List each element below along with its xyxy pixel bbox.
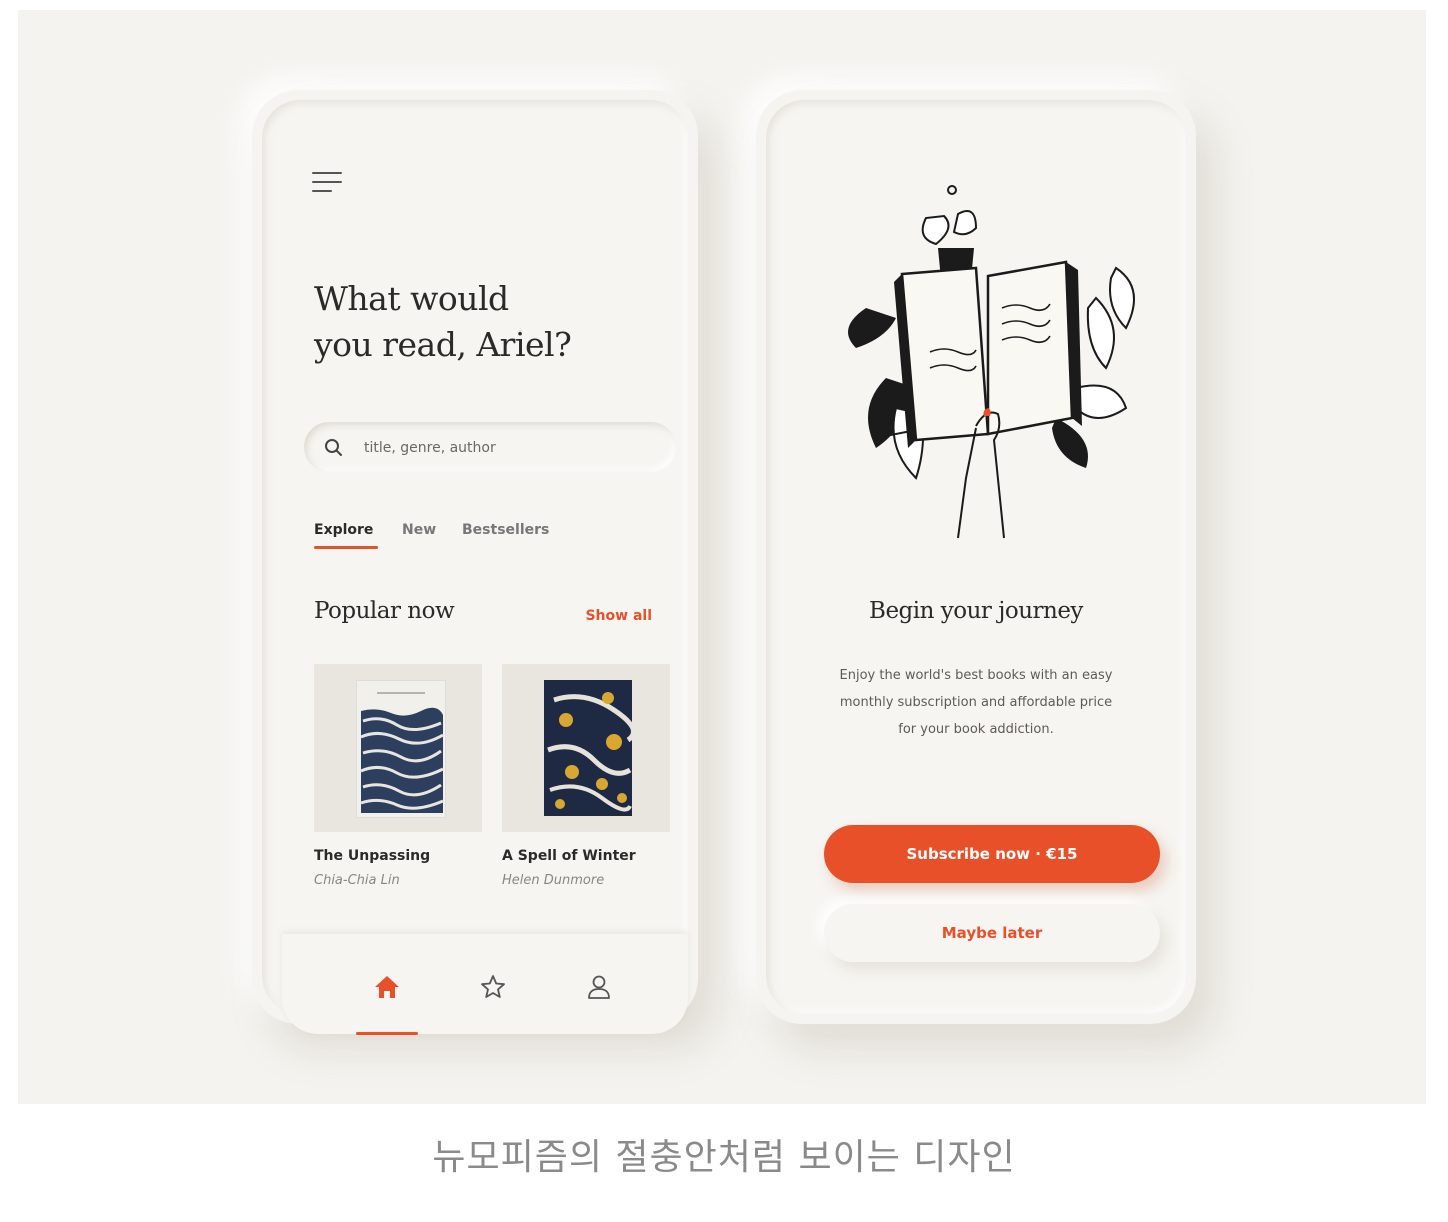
showcase-stage: What would you read, Ariel? Explore New …: [18, 10, 1426, 1104]
image-caption: 뉴모피즘의 절충안처럼 보이는 디자인: [432, 1137, 1016, 1178]
onboarding-screen: Begin your journey Enjoy the world's bes…: [766, 100, 1186, 1014]
onboarding-screen-phone: Begin your journey Enjoy the world's bes…: [756, 90, 1196, 1024]
search-icon: [325, 439, 342, 456]
home-screen-phone: What would you read, Ariel? Explore New …: [252, 90, 698, 1035]
onboarding-description: Enjoy the world's best books with an eas…: [826, 662, 1126, 743]
book-cover-image: [544, 680, 632, 816]
headline-line-2: you read, Ariel?: [314, 325, 572, 364]
user-icon[interactable]: [584, 972, 614, 1002]
tab-explore[interactable]: Explore: [314, 522, 373, 538]
onboarding-title: Begin your journey: [869, 598, 1083, 624]
active-tab-indicator: [314, 546, 378, 549]
tab-new[interactable]: New: [402, 522, 436, 538]
description-line-3: for your book addiction.: [898, 722, 1054, 737]
book-cover-image: [356, 680, 446, 818]
star-icon[interactable]: [478, 972, 508, 1002]
book-author: Helen Dunmore: [502, 873, 605, 888]
description-line-2: monthly subscription and affordable pric…: [839, 695, 1113, 710]
headline-line-1: What would: [314, 279, 509, 318]
menu-icon[interactable]: [312, 172, 342, 194]
page-title: What would you read, Ariel?: [314, 276, 634, 368]
home-icon[interactable]: [372, 972, 402, 1002]
maybe-later-button[interactable]: Maybe later: [824, 904, 1160, 962]
book-reading-illustration: [848, 185, 1135, 539]
search-bar[interactable]: [304, 422, 676, 472]
book-author: Chia-Chia Lin: [314, 873, 400, 888]
book-card[interactable]: [314, 664, 482, 832]
description-line-1: Enjoy the world's best books with an eas…: [839, 668, 1113, 683]
book-card[interactable]: [502, 664, 670, 832]
book-title: A Spell of Winter: [502, 848, 636, 864]
search-input[interactable]: [362, 434, 656, 462]
show-all-link[interactable]: Show all: [585, 608, 652, 624]
subscribe-button[interactable]: Subscribe now · €15: [824, 825, 1160, 883]
book-title: The Unpassing: [314, 848, 431, 864]
bottom-navigation: [282, 934, 688, 1035]
tab-bestsellers[interactable]: Bestsellers: [462, 522, 549, 538]
home-screen: What would you read, Ariel? Explore New …: [262, 100, 688, 1035]
section-title: Popular now: [314, 598, 455, 624]
active-nav-indicator: [356, 1032, 418, 1035]
